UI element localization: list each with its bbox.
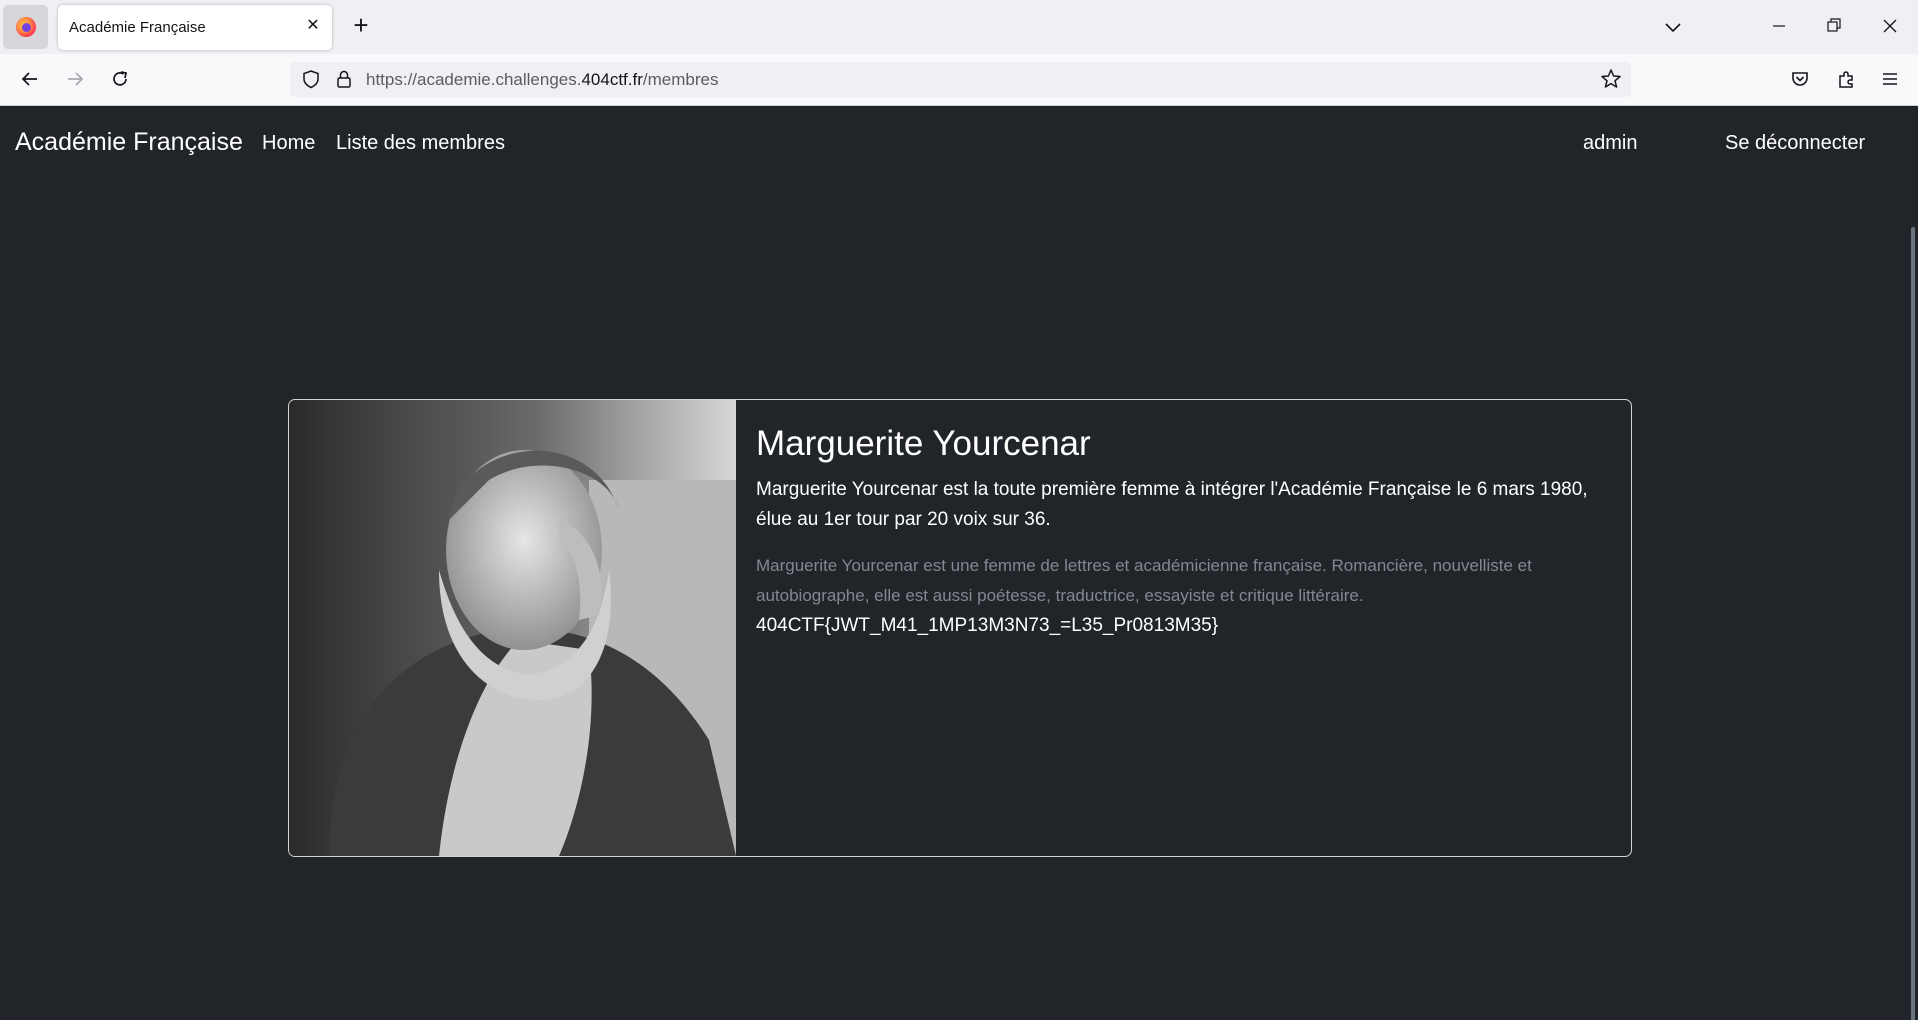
url-prefix: https://academie.challenges. bbox=[366, 70, 582, 89]
url-bar[interactable]: https://academie.challenges.404ctf.fr/me… bbox=[290, 62, 1631, 97]
logout-link[interactable]: Se déconnecter bbox=[1725, 132, 1865, 155]
member-name: Marguerite Yourcenar bbox=[756, 424, 1091, 463]
menu-icon[interactable] bbox=[1877, 66, 1903, 92]
nav-home-link[interactable]: Home bbox=[262, 132, 315, 155]
page-scrollbar[interactable] bbox=[1906, 107, 1918, 1020]
reload-icon[interactable] bbox=[107, 66, 133, 92]
extensions-icon[interactable] bbox=[1833, 66, 1859, 92]
member-photo bbox=[289, 400, 736, 856]
url-text: https://academie.challenges.404ctf.fr/me… bbox=[366, 70, 718, 90]
firefox-icon bbox=[15, 17, 36, 37]
close-tab-icon[interactable]: ✕ bbox=[303, 16, 323, 36]
back-icon[interactable] bbox=[17, 66, 43, 92]
browser-toolbar: https://academie.challenges.404ctf.fr/me… bbox=[0, 54, 1918, 106]
site-navbar: Académie Française Home Liste des membre… bbox=[0, 107, 1918, 179]
new-tab-icon[interactable]: + bbox=[348, 12, 374, 40]
minimize-icon[interactable] bbox=[1768, 14, 1790, 38]
member-card: Marguerite Yourcenar Marguerite Yourcena… bbox=[288, 399, 1632, 857]
restore-icon[interactable] bbox=[1823, 14, 1845, 38]
nav-members-link[interactable]: Liste des membres bbox=[336, 132, 505, 155]
browser-tab-bar: Académie Française ✕ + bbox=[0, 0, 1918, 54]
member-description: Marguerite Yourcenar est une femme de le… bbox=[756, 556, 1532, 605]
window-close-icon[interactable] bbox=[1879, 14, 1901, 38]
forward-icon[interactable] bbox=[62, 66, 88, 92]
pocket-icon[interactable] bbox=[1787, 66, 1813, 92]
browser-tab[interactable]: Académie Française ✕ bbox=[58, 5, 332, 50]
url-path: /membres bbox=[642, 70, 719, 89]
url-host: 404ctf.fr bbox=[581, 70, 643, 89]
member-flag: 404CTF{JWT_M41_1MP13M3N73_=L35_Pr0813M35… bbox=[756, 615, 1219, 636]
brand-link[interactable]: Académie Française bbox=[15, 128, 243, 157]
nav-user-link[interactable]: admin bbox=[1583, 132, 1637, 155]
chevron-down-icon[interactable] bbox=[1660, 15, 1686, 39]
card-body: Marguerite Yourcenar Marguerite Yourcena… bbox=[756, 422, 1616, 641]
shield-icon[interactable] bbox=[300, 68, 322, 90]
scrollbar-thumb[interactable] bbox=[1911, 227, 1915, 1020]
tab-title: Académie Française bbox=[69, 19, 206, 36]
bookmark-star-icon[interactable] bbox=[1599, 67, 1623, 91]
member-summary: Marguerite Yourcenar est la toute premiè… bbox=[756, 479, 1588, 530]
firefox-view-button[interactable] bbox=[3, 5, 48, 49]
lock-icon[interactable] bbox=[333, 68, 355, 90]
